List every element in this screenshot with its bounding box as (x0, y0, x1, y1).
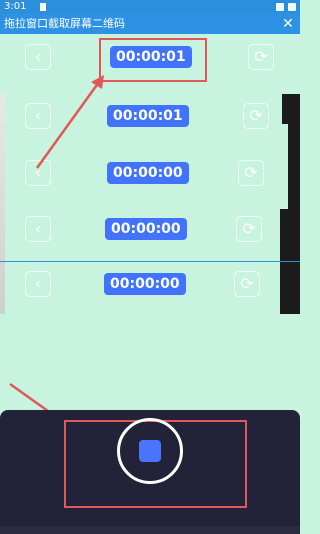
back-button[interactable]: ‹ (25, 103, 51, 129)
back-button[interactable]: ‹ (25, 160, 51, 186)
refresh-button[interactable]: ⟳ (236, 216, 262, 242)
battery-icon (288, 3, 296, 11)
refresh-button[interactable]: ⟳ (248, 44, 274, 70)
back-button[interactable]: ‹ (25, 271, 51, 297)
capture-row: ‹ 00:00:00 ⟳ (0, 266, 300, 302)
window-title: 拖拉窗口截取屏幕二维码 (4, 17, 125, 30)
back-button[interactable]: ‹ (25, 44, 51, 70)
timer-badge: 00:00:00 (104, 273, 186, 295)
bottom-edge (0, 526, 300, 534)
timer-badge: 00:00:00 (105, 218, 187, 240)
main-area: ‹ 00:00:01 ⟳ ‹ 00:00:01 ⟳ ‹ 00:00:00 ⟳ ‹… (0, 34, 300, 410)
capture-divider (0, 261, 300, 262)
status-bar: 3:01 (0, 0, 300, 14)
refresh-button[interactable]: ⟳ (238, 160, 264, 186)
close-icon[interactable]: ✕ (280, 14, 296, 34)
refresh-button[interactable]: ⟳ (234, 271, 260, 297)
system-icons (276, 0, 296, 14)
wifi-icon (276, 3, 284, 11)
status-time: 3:01 (4, 1, 27, 12)
timer-badge: 00:00:01 (110, 46, 192, 68)
timer-badge: 00:00:01 (107, 105, 189, 127)
capture-row: ‹ 00:00:01 ⟳ (0, 98, 300, 134)
title-bar: 拖拉窗口截取屏幕二维码 ✕ (0, 14, 300, 34)
capture-row: ‹ 00:00:01 ⟳ (0, 39, 300, 75)
timer-badge: 00:00:00 (107, 162, 189, 184)
capture-row: ‹ 00:00:00 ⟳ (0, 155, 300, 191)
refresh-button[interactable]: ⟳ (243, 103, 269, 129)
capture-row: ‹ 00:00:00 ⟳ (0, 211, 300, 247)
back-button[interactable]: ‹ (25, 216, 51, 242)
stop-icon (139, 440, 161, 462)
notification-icon (40, 3, 46, 11)
